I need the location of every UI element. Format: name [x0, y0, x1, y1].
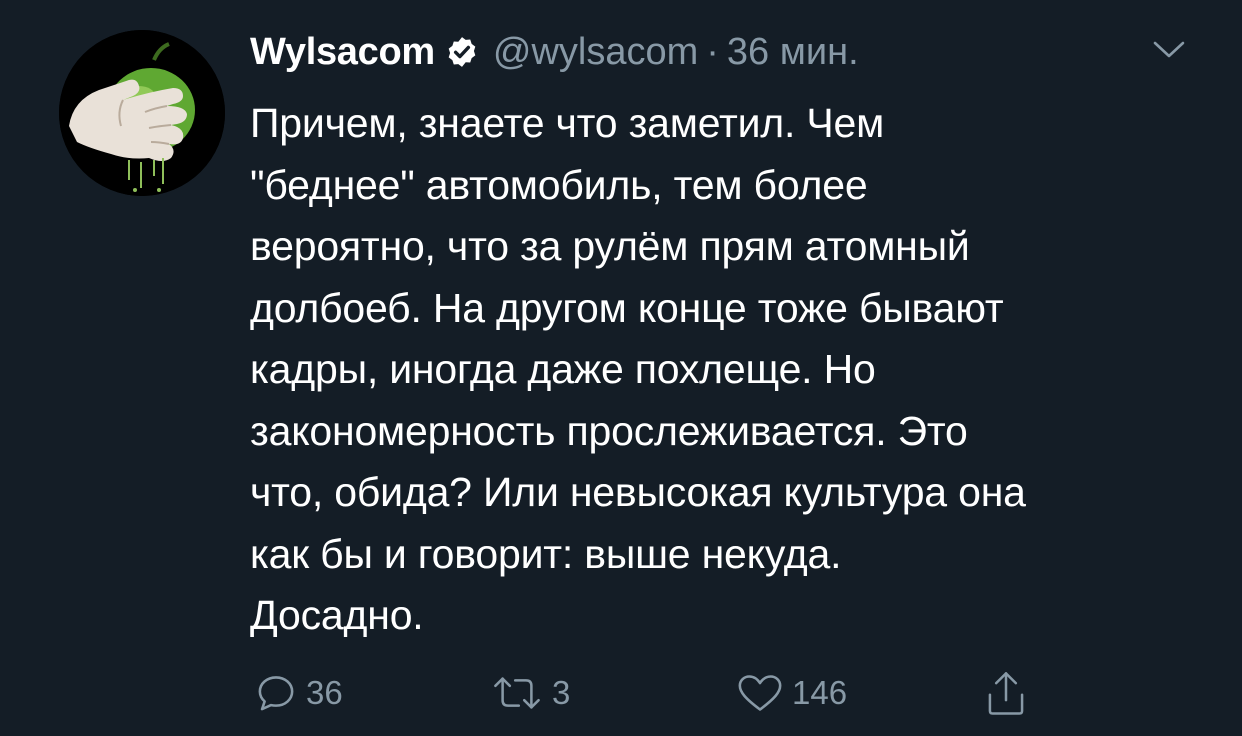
avatar-image	[59, 30, 225, 196]
retweet-count: 3	[552, 674, 571, 711]
tweet-actions: 36 3 146	[250, 664, 1150, 722]
tweet-text-line: "беднее" автомобиль, тем более	[250, 161, 868, 208]
avatar[interactable]	[59, 30, 225, 196]
share-button[interactable]	[984, 664, 1028, 722]
tweet-text-line: долбоеб. На другом конце тоже бывают	[250, 284, 1004, 331]
retweet-button[interactable]: 3	[490, 664, 570, 722]
tweet-text-line: Причем, знаете что заметил. Чем	[250, 100, 885, 146]
author-name[interactable]: Wylsacom	[250, 31, 435, 74]
tweet-text: Причем, знаете что заметил. Чем "беднее"…	[250, 93, 1210, 647]
like-button[interactable]: 146	[736, 664, 847, 722]
timestamp[interactable]: 36 мин.	[727, 31, 859, 74]
tweet-text-line: что, обида? Или невысокая культура она	[250, 469, 1026, 515]
like-count: 146	[792, 674, 848, 711]
tweet-text-line: кадры, иногда даже похлеще. Но	[250, 346, 876, 392]
retweet-icon	[494, 677, 540, 709]
tweet[interactable]: Wylsacom @wylsacom · 36 мин. Причем, зна…	[0, 0, 1242, 736]
reply-icon	[258, 676, 294, 711]
heart-icon	[738, 675, 782, 711]
reply-button[interactable]: 36	[254, 664, 343, 722]
author-handle[interactable]: @wylsacom	[493, 31, 698, 74]
tweet-text-line: закономерность прослеживается. Это	[250, 407, 968, 454]
separator-dot: ·	[706, 30, 719, 73]
tweet-text-line: как бы и говорит: выше некуда.	[250, 530, 842, 577]
tweet-header: Wylsacom @wylsacom · 36 мин.	[250, 26, 1202, 78]
tweet-text-line: вероятно, что за рулём прям атомный	[250, 223, 970, 269]
chevron-down-icon[interactable]	[1152, 38, 1186, 62]
tweet-text-line: Досадно.	[250, 592, 424, 638]
share-icon	[988, 672, 1024, 715]
verified-badge-icon	[448, 37, 476, 67]
reply-count: 36	[306, 674, 343, 711]
